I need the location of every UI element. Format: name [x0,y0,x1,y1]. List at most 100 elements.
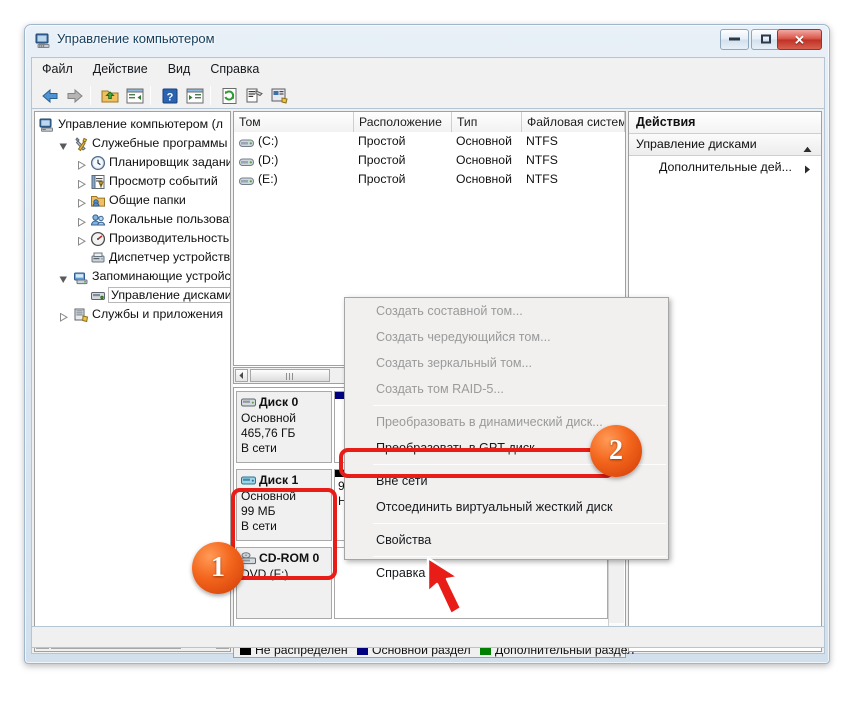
minimize-button[interactable] [720,29,749,50]
context-menu-separator [347,405,666,406]
table-row[interactable]: (E:) Простой Основной NTFS [234,170,625,189]
computer-management-icon [35,32,51,48]
maximize-button[interactable] [751,29,780,50]
table-row[interactable]: (D:) Простой Основной NTFS [234,151,625,170]
scroll-left-button[interactable] [235,369,248,382]
ctx-detach-vhd[interactable]: Отсоединить виртуальный жесткий диск [345,494,668,520]
storage-icon [73,269,89,285]
event-viewer-icon [90,174,106,190]
ctx-properties[interactable]: Свойства [345,527,668,553]
properties-icon[interactable] [270,86,290,106]
actions-group-disk-management[interactable]: Управление дисками [629,134,821,156]
tree-label: Просмотр событий [109,174,218,188]
disk-status: В сети [241,519,277,533]
chevron-right-icon[interactable] [59,311,69,322]
menu-view[interactable]: Вид [158,58,201,82]
tree-label: Управление дисками [108,287,230,303]
forward-arrow-icon[interactable] [65,86,85,106]
cell-volume: (C:) [258,134,279,148]
close-button[interactable]: ✕ [777,29,822,50]
cell-type: Основной [456,172,512,186]
back-arrow-icon[interactable] [40,86,60,106]
clock-icon [90,155,106,171]
tree-performance[interactable]: Производительность [35,229,230,248]
tree-disk-management[interactable]: Управление дисками [35,286,230,305]
hard-disk-icon [241,397,256,411]
menu-bar: Файл Действие Вид Справка [31,57,825,82]
chevron-up-icon[interactable] [803,142,812,156]
disk-header-disk1[interactable]: Диск 1 Основной 99 МБ В сети [236,469,332,541]
scroll-thumb[interactable] [250,369,330,382]
menu-file[interactable]: Файл [32,58,83,82]
table-row[interactable]: (C:) Простой Основной NTFS [234,132,625,151]
window-title: Управление компьютером [57,31,215,46]
cell-type: Основной [456,134,512,148]
column-header-layout[interactable]: Расположение [354,112,452,132]
tree-label: Диспетчер устройств [109,250,231,264]
disk-name: Диск 0 [259,395,299,409]
chevron-right-icon[interactable] [77,216,87,227]
cell-volume: (D:) [258,153,279,167]
action-label: Дополнительные дей... [659,160,792,174]
cell-layout: Простой [358,134,406,148]
ctx-help[interactable]: Справка [345,560,668,586]
device-manager-icon [90,250,106,266]
action-more-actions[interactable]: Дополнительные дей... [629,156,821,178]
close-icon: ✕ [794,32,805,47]
tree-event-viewer[interactable]: Просмотр событий [35,172,230,191]
export-list-icon[interactable] [245,86,265,106]
refresh-icon[interactable] [220,86,240,106]
column-header-type[interactable]: Тип [452,112,522,132]
actions-title: Действия [629,112,821,134]
disk-header-cdrom0[interactable]: CD-ROM 0 DVD (F:) [236,547,332,619]
step-badge-1-number: 1 [211,552,225,583]
tree-label: Управление компьютером (л [58,117,224,131]
step-badge-1: 1 [192,542,244,594]
chevron-right-icon[interactable] [77,178,87,189]
chevron-right-icon[interactable] [804,163,811,177]
cell-volume: (E:) [258,172,278,186]
column-header-file-system[interactable]: Файловая система [522,112,625,132]
tree-computer-management[interactable]: Управление компьютером (л [35,115,230,134]
column-header-volume[interactable]: Том [234,112,354,132]
title-bar: Управление компьютером ✕ [25,25,829,55]
computer-icon [39,117,55,133]
context-menu-separator [347,556,666,557]
cell-layout: Простой [358,172,406,186]
chevron-down-icon[interactable] [59,273,68,283]
drive-icon [239,174,254,185]
virtual-disk-icon [241,475,256,489]
tree-shared-folders[interactable]: Общие папки [35,191,230,210]
chevron-right-icon[interactable] [77,159,87,170]
performance-icon [90,231,106,247]
step-badge-2-number: 2 [609,435,623,466]
step-badge-2: 2 [590,425,642,477]
drive-icon [239,155,254,166]
show-hide-tree-icon[interactable] [125,86,145,106]
tree-system-tools[interactable]: Служебные программы [35,134,230,153]
ctx-create-raid5-volume: Создать том RAID-5... [376,382,504,396]
maximize-icon [752,34,779,45]
up-folder-icon[interactable] [100,86,120,106]
menu-help[interactable]: Справка [200,58,269,82]
tree-local-users[interactable]: Локальные пользовате [35,210,230,229]
tree-storage[interactable]: Запоминающие устройст [35,267,230,286]
ctx-create-striped-volume: Создать чередующийся том... [376,330,551,344]
toolbar-separator [210,86,211,105]
tree-label: Планировщик заданий [109,155,231,169]
tree-label: Службы и приложения [92,307,224,321]
chevron-down-icon[interactable] [59,140,68,150]
disk-type: Основной [241,489,297,503]
disk-header-disk0[interactable]: Диск 0 Основной 465,76 ГБ В сети [236,391,332,463]
tree-label: Запоминающие устройст [92,269,231,283]
tree-task-scheduler[interactable]: Планировщик заданий [35,153,230,172]
chevron-right-icon[interactable] [77,235,87,246]
show-action-pane-icon[interactable] [185,86,205,106]
chevron-right-icon[interactable] [77,197,87,208]
tree-device-manager[interactable]: Диспетчер устройств [35,248,230,267]
tree-services-applications[interactable]: Службы и приложения [35,305,230,324]
red-arrow-pointer [426,556,463,616]
ctx-create-spanned-volume: Создать составной том... [376,304,523,318]
help-icon[interactable]: ? [160,86,180,106]
menu-action[interactable]: Действие [83,58,158,82]
